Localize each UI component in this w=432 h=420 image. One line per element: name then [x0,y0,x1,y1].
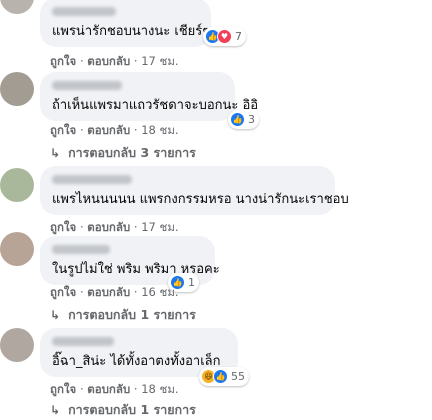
comment-actions: ถูกใจ · ตอบกลับ · 16 ชม. [50,285,179,299]
commenter-name-redacted [52,175,132,184]
comment-time[interactable]: 17 ชม. [141,220,178,234]
replies-count-label: การตอบกลับ 1 รายการ [68,307,196,322]
avatar[interactable] [0,0,34,14]
comment-actions: ถูกใจ · ตอบกลับ · 17 ชม. [50,54,179,68]
replies-count-label: การตอบกลับ 1 รายการ [68,402,196,417]
reply-arrow-icon: ↳ [50,308,61,322]
like-link[interactable]: ถูกใจ [50,382,76,396]
comment-bubble: ถ้าเห็นแพรมาแถวรัชดาจะบอกนะ อิอิ [40,72,258,121]
reply-link[interactable]: ตอบกลับ [87,123,130,137]
comment-text: ถ้าเห็นแพรมาแถวรัชดาจะบอกนะ อิอิ [52,98,259,113]
view-replies-link[interactable]: ↳ การตอบกลับ 3 รายการ [50,143,196,163]
comment-text: แพรไหนนนนน แพรกงกรรมหรอ นางน่ารักนะเราชอ… [52,192,349,207]
comment-time[interactable]: 18 ชม. [141,123,178,137]
love-reaction-icon: ♥ [217,29,232,44]
comment-time[interactable]: 18 ชม. [141,382,178,396]
replies-count-label: การตอบกลับ 3 รายการ [68,145,196,160]
comment-bubble: แพรน่ารักชอบนางนะ เชียร์ๆ [40,0,211,47]
comment-actions: ถูกใจ · ตอบกลับ · 18 ชม. [50,123,179,137]
comment-text: อิ๊ฉา_สิน่ะ ได้ทั้งอาตงทั้งอาเล็ก [52,354,221,369]
reply-link[interactable]: ตอบกลับ [87,54,130,68]
reply-link[interactable]: ตอบกลับ [87,382,130,396]
reaction-count: 7 [235,30,242,43]
like-reaction-icon: 👍 [213,369,228,384]
reply-link[interactable]: ตอบกลับ [87,285,130,299]
comment-time[interactable]: 16 ชม. [141,285,178,299]
reaction-summary[interactable]: 👍 3 [228,110,259,129]
commenter-name-redacted [52,81,122,90]
reply-link[interactable]: ตอบกลับ [87,220,130,234]
avatar[interactable] [0,168,34,202]
like-link[interactable]: ถูกใจ [50,285,76,299]
comment-actions: ถูกใจ · ตอบกลับ · 17 ชม. [50,220,179,234]
reply-arrow-icon: ↳ [50,146,61,160]
like-link[interactable]: ถูกใจ [50,220,76,234]
avatar[interactable] [0,328,34,362]
comment-text: แพรน่ารักชอบนางนะ เชียร์ๆ [52,24,210,39]
commenter-name-redacted [52,7,116,16]
avatar[interactable] [0,232,34,266]
commenter-name-redacted [52,337,114,346]
reply-arrow-icon: ↳ [50,403,61,417]
comment-bubble: แพรไหนนนนน แพรกงกรรมหรอ นางน่ารักนะเราชอ… [40,166,349,215]
view-replies-link[interactable]: ↳ การตอบกลับ 1 รายการ [50,400,196,420]
comment-actions: ถูกใจ · ตอบกลับ · 18 ชม. [50,382,179,396]
commenter-name-redacted [52,245,110,254]
reaction-count: 3 [248,113,255,126]
like-reaction-icon: 👍 [230,112,245,127]
reaction-summary[interactable]: 😆 👍 55 [199,367,249,386]
reaction-count: 55 [231,370,245,383]
avatar[interactable] [0,72,34,106]
view-replies-link[interactable]: ↳ การตอบกลับ 1 รายการ [50,305,196,325]
reaction-count: 1 [188,276,195,289]
reaction-summary[interactable]: 👍 ♥ 7 [203,27,246,46]
like-link[interactable]: ถูกใจ [50,123,76,137]
like-link[interactable]: ถูกใจ [50,54,76,68]
comment-time[interactable]: 17 ชม. [141,54,178,68]
